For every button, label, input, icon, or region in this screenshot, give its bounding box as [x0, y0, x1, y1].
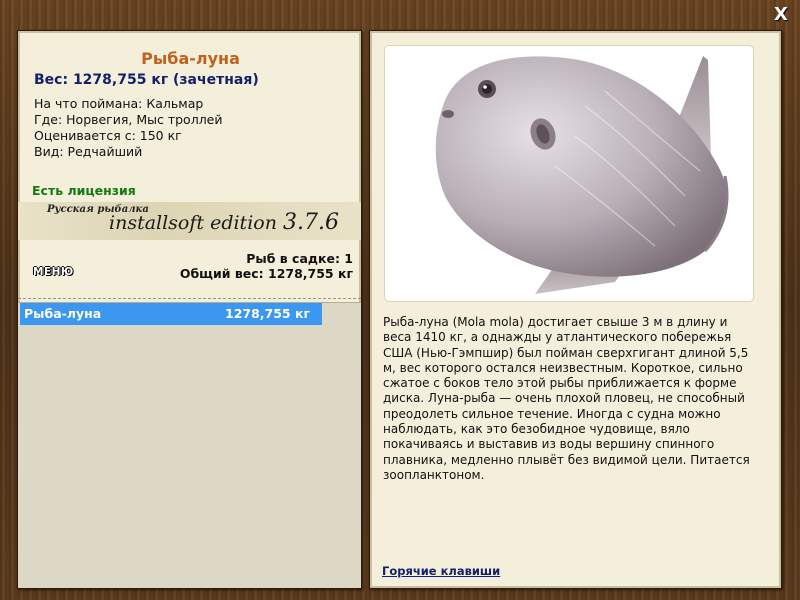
fish-image: [384, 45, 754, 302]
list-item-name: Рыба-луна: [24, 306, 102, 321]
hotkeys-link[interactable]: Горячие клавиши: [382, 564, 500, 578]
edition-version: 3.7.6: [283, 210, 339, 235]
license-status: Есть лицензия: [32, 183, 136, 198]
bait-info: На что поймана: Кальмар: [34, 96, 204, 111]
total-weight: Общий вес: 1278,755 кг: [179, 266, 353, 281]
edition-name: installsoft edition 3.7.6: [109, 210, 339, 235]
catch-list: Рыба-луна 1278,755 кг: [18, 302, 361, 588]
value-info: Оценивается с: 150 кг: [34, 128, 182, 143]
location-info: Где: Норвегия, Мыс троллей: [34, 112, 223, 127]
fish-weight: Вес: 1278,755 кг (зачетная): [34, 72, 259, 88]
rarity-info: Вид: Редчайший: [34, 144, 143, 159]
edition-name-text: installsoft edition: [109, 212, 277, 234]
fish-description: Рыба-луна (Mola mola) достигает свыше 3 …: [383, 315, 750, 482]
fish-description-panel: Рыба-луна (Mola mola) достигает свыше 3 …: [369, 30, 782, 589]
sunfish-illustration: [435, 56, 729, 294]
edition-banner: Русская рыбалка installsoft edition 3.7.…: [18, 202, 361, 240]
fish-title: Рыба-луна: [141, 49, 240, 68]
list-item[interactable]: Рыба-луна 1278,755 кг: [20, 303, 322, 325]
divider: [18, 298, 361, 299]
menu-button[interactable]: МЕНЮ: [33, 266, 74, 280]
close-button[interactable]: X: [772, 6, 790, 24]
list-item-weight: 1278,755 кг: [225, 306, 310, 321]
catch-info-panel: Рыба-луна Вес: 1278,755 кг (зачетная) На…: [17, 30, 362, 589]
fish-count: Рыб в садке: 1: [246, 251, 353, 266]
